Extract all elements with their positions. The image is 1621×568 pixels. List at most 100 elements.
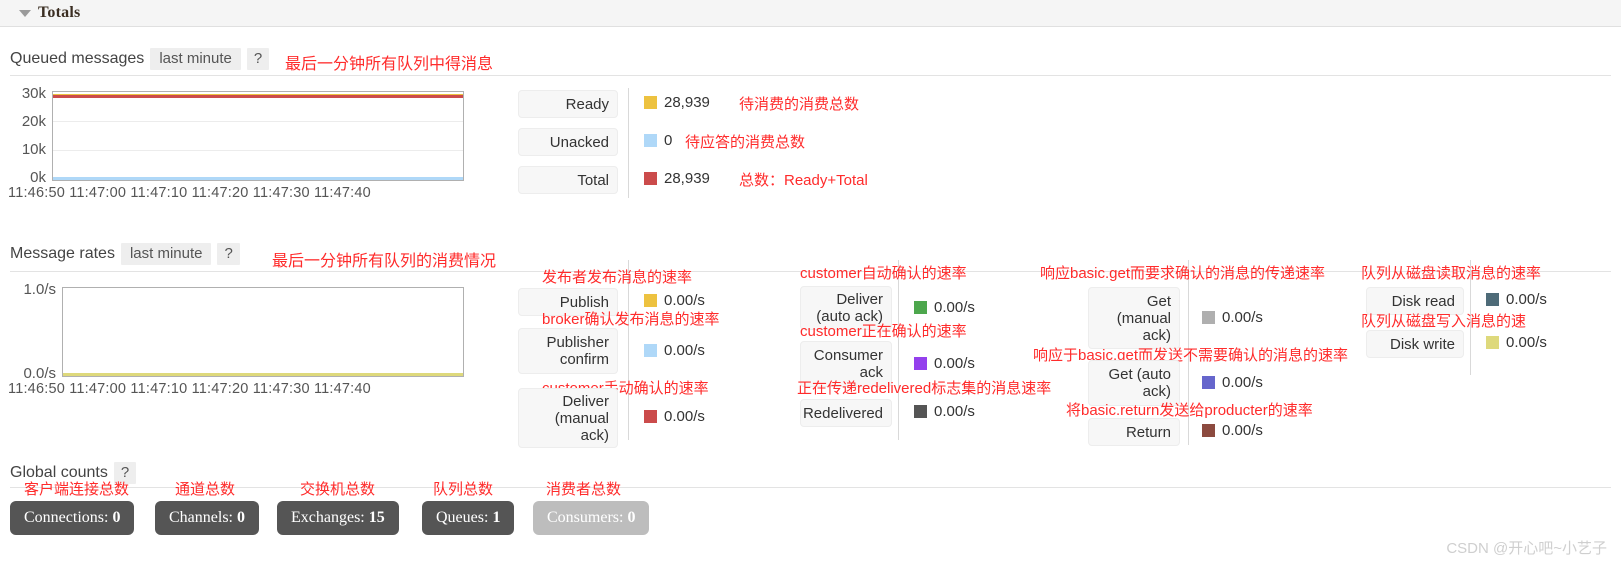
color-swatch-redelivered: [914, 405, 927, 418]
global-count-channels-label: Channels:: [169, 509, 233, 526]
color-swatch-get-auto-ack: [1202, 376, 1215, 389]
queued-messages-legend: Ready 28,939 待消费的消费总数 Unacked 0 待应答的消费总数…: [518, 88, 918, 198]
annotation-consumers: 消费者总数: [546, 481, 622, 498]
annotation-get-auto-ack: 响应于basic.get而发送不需要确认的消息的速率: [1033, 347, 1349, 364]
legend-label-return[interactable]: Return: [1088, 418, 1180, 446]
message-rates-annotation: 最后一分钟所有队列的消费情况: [272, 253, 497, 270]
annotation-consumer-ack: customer正在确认的速率: [800, 323, 967, 340]
color-swatch-consumer-ack: [914, 357, 927, 370]
annotation-queues: 队列总数: [433, 481, 494, 498]
totals-panel-header[interactable]: Totals: [0, 0, 1621, 27]
legend-label-disk-write[interactable]: Disk write: [1366, 330, 1464, 358]
global-count-consumers-label: Consumers:: [547, 509, 624, 526]
queued-messages-plot-area: [52, 91, 464, 181]
caret-down-icon[interactable]: [19, 10, 31, 17]
legend-number-total: 28,939: [664, 170, 710, 187]
y-tick-1: 10k: [21, 141, 46, 158]
legend-value-disk-read: 0.00/s: [1486, 291, 1547, 308]
legend-number-get-auto-ack: 0.00/s: [1222, 374, 1263, 391]
annotation-disk-read: 队列从磁盘读取消息的速率: [1361, 265, 1542, 282]
message-rates-chart: 1.0/s 0.0/s 11:46:50 11:47:00 11:47:10 1…: [0, 281, 480, 397]
series-line-unacked: [53, 177, 463, 180]
legend-annotation-ready: 待消费的消费总数: [739, 96, 860, 113]
annotation-exchanges: 交换机总数: [300, 481, 376, 498]
global-count-connections-label: Connections:: [24, 509, 109, 526]
global-count-queues-value: 1: [492, 509, 501, 526]
annotation-connections: 客户端连接总数: [24, 481, 130, 498]
message-rates-header: Message rates last minute?: [10, 243, 240, 267]
queued-messages-label: Queued messages: [10, 50, 145, 67]
color-swatch-disk-write: [1486, 336, 1499, 349]
legend-value-publisher-confirm: 0.00/s: [644, 342, 705, 359]
annotation-channels: 通道总数: [175, 481, 236, 498]
color-swatch-total: [644, 172, 657, 185]
global-count-channels[interactable]: Channels: 0: [155, 501, 259, 535]
message-rates-label: Message rates: [10, 245, 115, 262]
legend-value-total: 28,939: [644, 170, 710, 187]
legend-number-consumer-ack: 0.00/s: [934, 355, 975, 372]
legend-number-deliver-auto-ack: 0.00/s: [934, 299, 975, 316]
legend-value-deliver-manual-ack: 0.00/s: [644, 408, 705, 425]
legend-annotation-unacked: 待应答的消费总数: [685, 134, 806, 151]
message-rates-help-icon[interactable]: ?: [217, 243, 240, 265]
queued-messages-divider: [10, 75, 1611, 76]
legend-number-return: 0.00/s: [1222, 422, 1263, 439]
global-count-consumers[interactable]: Consumers: 0: [533, 501, 650, 535]
color-swatch-return: [1202, 424, 1215, 437]
color-swatch-ready: [644, 96, 657, 109]
series-line-total: [53, 95, 463, 98]
rates-y-tick-1: 1.0/s: [23, 281, 56, 298]
global-counts-divider: [10, 487, 1611, 488]
global-count-exchanges[interactable]: Exchanges: 15: [277, 501, 399, 535]
annotation-publish: 发布者发布消息的速率: [542, 269, 693, 286]
annotation-publisher-confirm: broker确认发布消息的速率: [542, 311, 720, 328]
color-swatch-publisher-confirm: [644, 344, 657, 357]
legend-number-redelivered: 0.00/s: [934, 403, 975, 420]
legend-value-unacked: 0: [644, 132, 672, 149]
y-tick-0: 0k: [30, 169, 46, 186]
legend-label-ready[interactable]: Ready: [518, 90, 618, 118]
queued-messages-help-icon[interactable]: ?: [246, 48, 270, 70]
annotation-get-manual-ack: 响应basic.get而要求确认的消息的传递速率: [1040, 265, 1326, 282]
queued-messages-header: Queued messages last minute?: [10, 48, 270, 72]
watermark: CSDN @开心吧~小艺子: [1446, 540, 1607, 557]
annotation-disk-write: 队列从磁盘写入消息的速: [1361, 313, 1527, 330]
y-tick-3: 30k: [21, 85, 46, 102]
message-rates-plot-area: [62, 287, 464, 377]
color-swatch-get-manual-ack: [1202, 311, 1215, 324]
legend-number-publisher-confirm: 0.00/s: [664, 342, 705, 359]
legend-label-redelivered[interactable]: Redelivered: [800, 399, 892, 427]
annotation-deliver-auto-ack: customer自动确认的速率: [800, 265, 967, 282]
legend-label-deliver-manual-ack[interactable]: Deliver (manual ack): [518, 388, 618, 448]
legend-label-unacked[interactable]: Unacked: [518, 128, 618, 156]
queued-messages-x-axis: 11:46:50 11:47:00 11:47:10 11:47:20 11:4…: [8, 185, 371, 201]
message-rates-legend-column-4: 队列从磁盘读取消息的速率 Disk read 0.00/s 队列从磁盘写入消息的…: [1358, 260, 1613, 394]
y-tick-2: 20k: [21, 113, 46, 130]
legend-label-publisher-confirm[interactable]: Publisher confirm: [518, 328, 618, 374]
legend-label-get-manual-ack[interactable]: Get (manual ack): [1088, 287, 1180, 349]
global-count-channels-value: 0: [237, 509, 245, 526]
global-count-connections[interactable]: Connections: 0: [10, 501, 135, 535]
global-count-queues[interactable]: Queues: 1: [422, 501, 515, 535]
message-rates-legend-column-3: 响应basic.get而要求确认的消息的传递速率 Get (manual ack…: [1033, 260, 1368, 449]
legend-value-get-auto-ack: 0.00/s: [1202, 374, 1263, 391]
legend-value-redelivered: 0.00/s: [914, 403, 975, 420]
legend-value-return: 0.00/s: [1202, 422, 1263, 439]
annotation-redelivered: 正在传递redelivered标志集的消息速率: [797, 380, 1052, 397]
queued-messages-annotation: 最后一分钟所有队列中得消息: [285, 56, 494, 73]
legend-divider-2: [898, 260, 899, 440]
legend-number-publish: 0.00/s: [664, 292, 705, 309]
color-swatch-deliver-auto-ack: [914, 301, 927, 314]
legend-number-unacked: 0: [664, 132, 673, 149]
legend-label-total[interactable]: Total: [518, 166, 618, 194]
legend-value-publish: 0.00/s: [644, 292, 705, 309]
message-rates-period-selector[interactable]: last minute: [120, 243, 212, 265]
rates-y-tick-0: 0.0/s: [23, 365, 56, 382]
legend-annotation-total: 总数：Ready+Total: [739, 172, 868, 189]
legend-divider-1: [628, 260, 629, 440]
legend-value-disk-write: 0.00/s: [1486, 334, 1547, 351]
queued-messages-period-selector[interactable]: last minute: [150, 48, 241, 70]
color-swatch-disk-read: [1486, 293, 1499, 306]
queued-messages-chart: 0k 10k 20k 30k 11:46:50 11:47:00 11:47:1…: [0, 85, 480, 201]
color-swatch-unacked: [644, 134, 657, 147]
